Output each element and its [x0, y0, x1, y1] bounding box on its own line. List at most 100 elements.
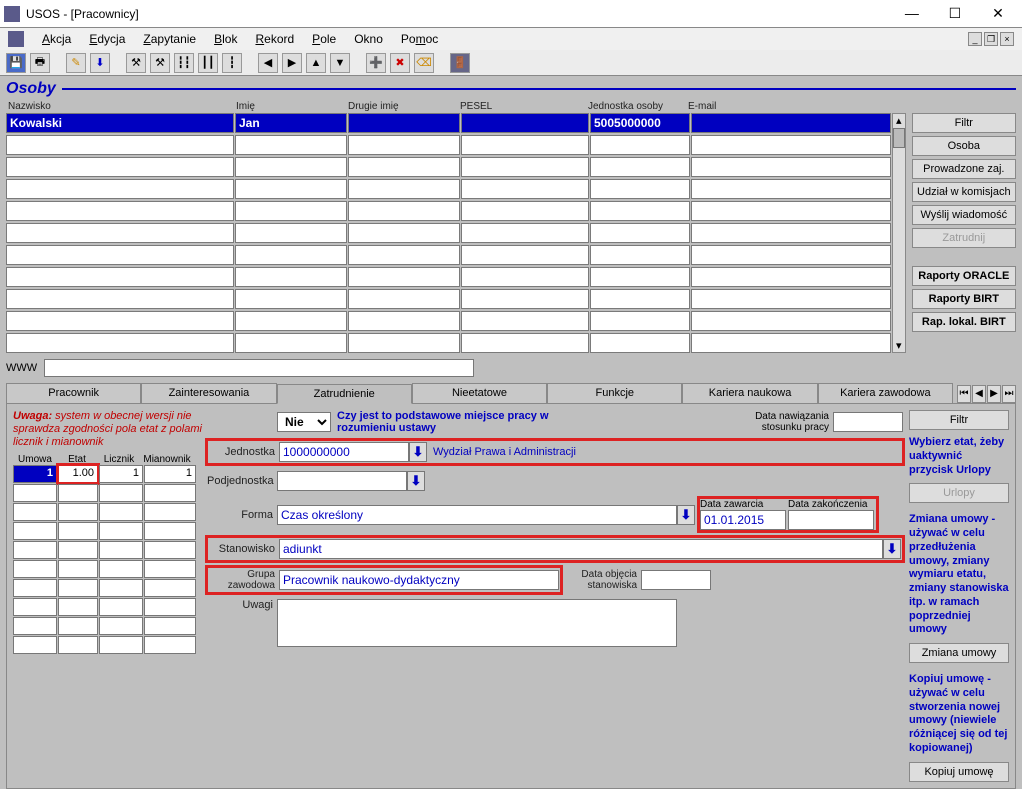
filtr-button[interactable]: Filtr: [912, 113, 1016, 133]
mdi-minimize[interactable]: _: [968, 32, 982, 46]
data-zak-input[interactable]: [788, 510, 874, 530]
tab-first-icon[interactable]: ⏮: [957, 385, 971, 403]
close-button[interactable]: ✕: [978, 2, 1018, 26]
mh-mianownik: Mianownik: [141, 454, 193, 465]
cell-email[interactable]: [691, 113, 891, 133]
mc-mian[interactable]: 1: [144, 465, 196, 483]
menu-pomoc[interactable]: Pomoc: [401, 32, 438, 46]
grid-row-empty[interactable]: [6, 311, 892, 331]
tool-b-icon[interactable]: ⚒: [150, 53, 170, 73]
data-zaw-input[interactable]: [700, 510, 786, 530]
delete-icon[interactable]: ✖: [390, 53, 410, 73]
bars2-icon[interactable]: ┃┃: [198, 53, 218, 73]
tab-last-icon[interactable]: ⏭: [1002, 385, 1016, 403]
data-naw-input[interactable]: [833, 412, 903, 432]
tab-zatrudnienie[interactable]: Zatrudnienie: [277, 384, 412, 404]
grid-row-empty[interactable]: [6, 179, 892, 199]
down2-icon[interactable]: ▼: [330, 53, 350, 73]
mc-umowa[interactable]: 1: [13, 465, 57, 483]
save-icon[interactable]: 💾: [6, 53, 26, 73]
menu-rekord[interactable]: Rekord: [255, 32, 294, 46]
cell-drugie[interactable]: [348, 113, 460, 133]
tool-a-icon[interactable]: ⚒: [126, 53, 146, 73]
zmiana-button[interactable]: Zmiana umowy: [909, 643, 1009, 663]
menu-edycja[interactable]: Edycja: [89, 32, 125, 46]
menu-pole[interactable]: Pole: [312, 32, 336, 46]
col-nazwisko: Nazwisko: [6, 100, 234, 113]
grid-row-empty[interactable]: [6, 267, 892, 287]
wyslij-button[interactable]: Wyślij wiadomość: [912, 205, 1016, 225]
podjedn-dropdown-icon[interactable]: ⬇: [407, 471, 425, 491]
grid-row-empty[interactable]: [6, 223, 892, 243]
print-icon[interactable]: 🖶: [30, 53, 50, 73]
tab-pracownik[interactable]: Pracownik: [6, 383, 141, 403]
prowadzone-button[interactable]: Prowadzone zaj.: [912, 159, 1016, 179]
edit-icon[interactable]: ✎: [66, 53, 86, 73]
tab-prev-icon[interactable]: ◀: [972, 385, 986, 403]
tab-kariera-zawodowa[interactable]: Kariera zawodowa: [818, 383, 953, 403]
raporty-oracle-button[interactable]: Raporty ORACLE: [912, 266, 1016, 286]
grid-row-empty[interactable]: [6, 135, 892, 155]
jednostka-dropdown-icon[interactable]: ⬇: [409, 442, 427, 462]
grid-row-empty[interactable]: [6, 201, 892, 221]
kopiuj-button[interactable]: Kopiuj umowę: [909, 762, 1009, 782]
udzial-button[interactable]: Udział w komisjach: [912, 182, 1016, 202]
cell-pesel[interactable]: [461, 113, 589, 133]
up-icon[interactable]: ▲: [306, 53, 326, 73]
uwagi-input[interactable]: [277, 599, 677, 647]
mc-etat[interactable]: 1.00: [58, 465, 98, 483]
czy-podst-select[interactable]: Nie: [277, 412, 331, 432]
podjedn-input[interactable]: [277, 471, 407, 491]
down-icon[interactable]: ⬇: [90, 53, 110, 73]
cell-nazwisko[interactable]: Kowalski: [6, 113, 234, 133]
www-input[interactable]: [44, 359, 474, 377]
menu-akcja[interactable]: Akcja: [42, 32, 71, 46]
forma-dropdown-icon[interactable]: ⬇: [677, 505, 695, 525]
mh-etat: Etat: [57, 454, 97, 465]
clear-icon[interactable]: ⌫: [414, 53, 434, 73]
menu-okno[interactable]: Okno: [354, 32, 383, 46]
bars1-icon[interactable]: ┇┇: [174, 53, 194, 73]
tab-nieetatowe[interactable]: Nieetatowe: [412, 383, 547, 403]
stanowisko-dropdown-icon[interactable]: ⬇: [883, 539, 901, 559]
podjedn-label: Podjednostka: [207, 475, 277, 487]
maximize-button[interactable]: ☐: [935, 2, 975, 26]
tab-funkcje[interactable]: Funkcje: [547, 383, 682, 403]
data-obj-input[interactable]: [641, 570, 711, 590]
door-icon[interactable]: 🚪: [450, 53, 470, 73]
menu-zapytanie[interactable]: Zapytanie: [143, 32, 196, 46]
add-icon[interactable]: ➕: [366, 53, 386, 73]
mc-licznik[interactable]: 1: [99, 465, 143, 483]
grid-row-empty[interactable]: [6, 333, 892, 353]
tab-kariera-naukowa[interactable]: Kariera naukowa: [682, 383, 817, 403]
tab-zainteresowania[interactable]: Zainteresowania: [141, 383, 276, 403]
grid-row-empty[interactable]: [6, 245, 892, 265]
cell-jednostka[interactable]: 5005000000: [590, 113, 690, 133]
osoba-button[interactable]: Osoba: [912, 136, 1016, 156]
grid-row-selected[interactable]: Kowalski Jan 5005000000: [6, 113, 892, 133]
cell-imie[interactable]: Jan: [235, 113, 347, 133]
minimize-button[interactable]: —: [892, 1, 932, 25]
bars3-icon[interactable]: ┇: [222, 53, 242, 73]
rap-lokal-button[interactable]: Rap. lokal. BIRT: [912, 312, 1016, 332]
next-icon[interactable]: ▶: [282, 53, 302, 73]
forma-input[interactable]: [277, 505, 677, 525]
stanowisko-input[interactable]: [279, 539, 883, 559]
col-email: E-mail: [686, 100, 874, 113]
grid-scrollbar[interactable]: ▴ ▾: [892, 113, 906, 353]
grid-row-empty[interactable]: [6, 157, 892, 177]
menu-blok[interactable]: Blok: [214, 32, 237, 46]
mini-row[interactable]: 1 1.00 1 1: [13, 465, 203, 483]
mdi-close[interactable]: ×: [1000, 32, 1014, 46]
menubar: Akcja Edycja Zapytanie Blok Rekord Pole …: [0, 28, 1022, 50]
prev-icon[interactable]: ◀: [258, 53, 278, 73]
jednostka-input[interactable]: [279, 442, 409, 462]
tab-next-icon[interactable]: ▶: [987, 385, 1001, 403]
grupa-input[interactable]: [279, 570, 559, 590]
data-obj-label: Data objęcia stanowiska: [571, 569, 641, 591]
grid-row-empty[interactable]: [6, 289, 892, 309]
filtr2-button[interactable]: Filtr: [909, 410, 1009, 430]
mdi-restore[interactable]: ❐: [984, 32, 998, 46]
raporty-birt-button[interactable]: Raporty BIRT: [912, 289, 1016, 309]
app-icon: [4, 6, 20, 22]
